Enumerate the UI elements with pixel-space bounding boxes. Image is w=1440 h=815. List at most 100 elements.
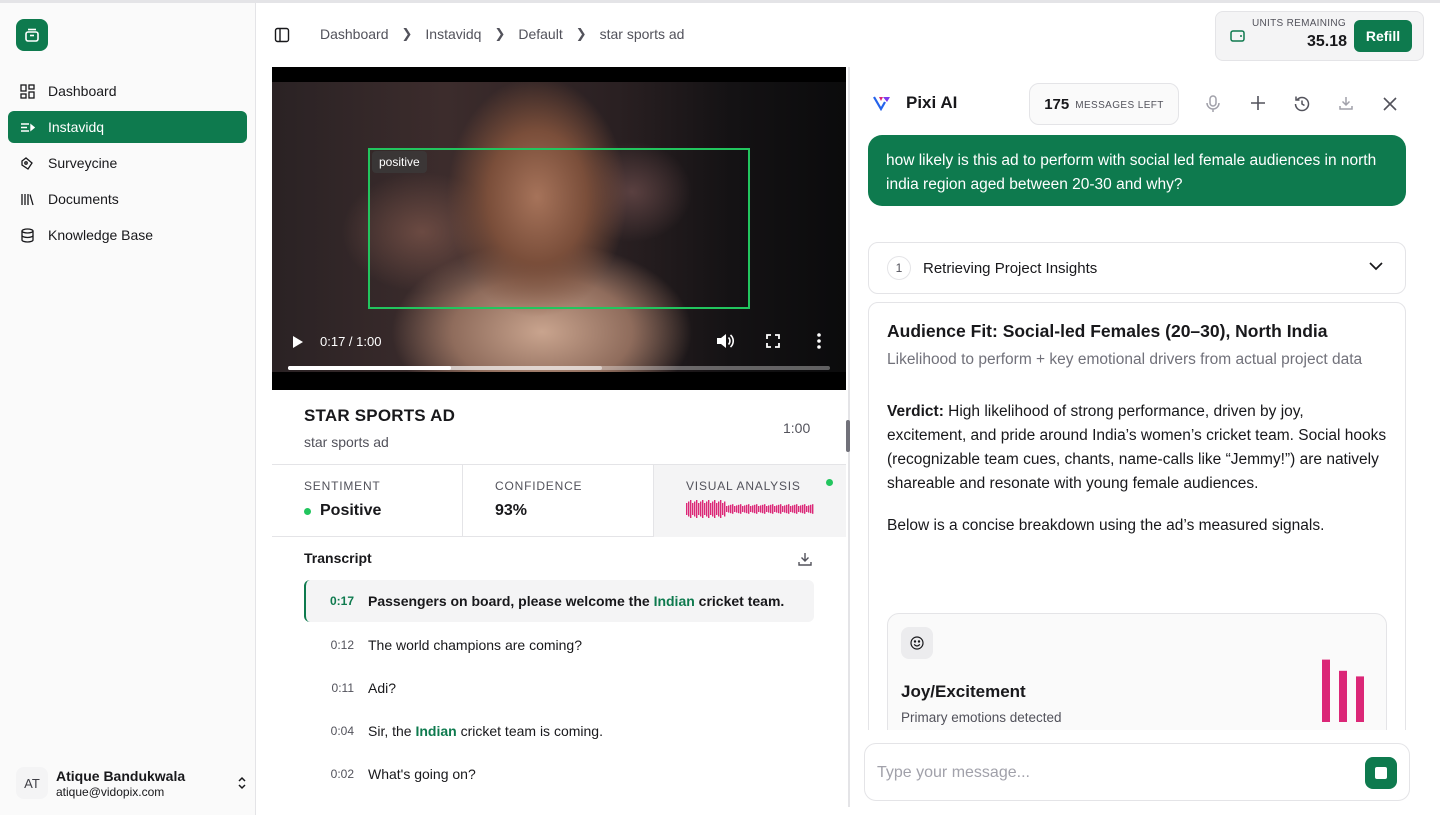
video-duration: 1:00 [783,420,811,436]
waveform-bar [808,505,810,513]
waveform-bar [752,505,754,513]
user-email: atique@vidopix.com [56,784,165,799]
waveform-bar [714,500,716,518]
waveform-bar [686,503,688,515]
waveform-bar [760,505,762,513]
visual-analysis-stat[interactable]: VISUAL ANALYSIS [654,465,846,537]
waveform-bar [742,506,744,512]
waveform-bar [696,500,698,518]
waveform-bar [768,505,770,513]
confidence-value: 93% [495,502,528,519]
messages-left-badge: 175 MESSAGES LEFT [1029,83,1179,125]
transcript-row[interactable]: 0:12 The world champions are coming? [304,623,814,666]
transcript-text: Passengers on board, please welcome the … [368,593,784,609]
emotion-card: Joy/Excitement Primary emotions detected [887,613,1387,730]
more-vertical-icon[interactable] [817,333,821,349]
waveform-bar [806,506,808,512]
library-icon [19,191,35,207]
sidebar-item-documents[interactable]: Documents [8,183,247,215]
video-subtitle: star sports ad [304,434,389,450]
waveform-bar [792,505,794,513]
waveform-bar [744,505,746,513]
stop-button[interactable] [1365,757,1397,789]
history-icon[interactable] [1293,95,1311,113]
transcript-text: What's going on? [368,765,476,782]
sidebar-item-knowledge-base[interactable]: Knowledge Base [8,219,247,251]
emotion-bar [1339,670,1347,722]
breadcrumb-current: star sports ad [599,26,685,42]
chat-messages[interactable]: how likely is this ad to perform with so… [850,130,1440,730]
sentiment-stat: SENTIMENT Positive [272,465,463,537]
waveform-bar [746,504,748,514]
breadcrumb-item[interactable]: Default [518,26,562,42]
waveform-bar [798,506,800,512]
breadcrumb-item[interactable]: Dashboard [320,26,389,42]
fullscreen-icon[interactable] [766,334,780,348]
transcript-timestamp: 0:17 [329,594,354,608]
step-accordion[interactable]: 1 Retrieving Project Insights [868,242,1406,294]
sidebar-toggle-icon[interactable] [274,27,290,43]
waveform-bar [790,506,792,512]
transcript-row[interactable]: 0:04 Sir, the Indian cricket team is com… [304,709,814,752]
emotion-card-subtitle: Primary emotions detected [901,710,1062,725]
waveform-bar [730,504,732,514]
chat-input[interactable] [877,760,1347,786]
video-progress-fill [288,366,451,370]
emotion-bar [1356,676,1364,722]
refill-button[interactable]: Refill [1354,20,1412,52]
transcript-list: 0:17 Passengers on board, please welcome… [304,580,814,795]
waveform-bar [728,505,730,513]
waveform-bar [722,503,724,515]
waveform-bar [692,503,694,515]
chevron-up-down-icon [238,776,246,790]
transcript-timestamp: 0:12 [330,637,354,652]
assistant-name: Pixi AI [906,93,958,112]
play-icon[interactable] [292,335,304,349]
plus-icon[interactable] [1250,95,1266,111]
transcript-row[interactable]: 0:17 Passengers on board, please welcome… [304,580,814,622]
avatar: AT [16,767,48,799]
sentiment-value: Positive [320,502,382,519]
waveform-bar [720,500,722,518]
sidebar-item-dashboard[interactable]: Dashboard [8,75,247,107]
highlight-keyword: Indian [653,593,695,609]
volume-icon[interactable] [716,333,734,349]
sidebar-item-label: Knowledge Base [48,227,154,243]
waveform-bar [704,503,706,515]
sidebar-item-surveycine[interactable]: Surveycine [8,147,247,179]
units-value: 35.18 [1306,33,1347,50]
waveform-bar [740,504,742,514]
waveform-bar [702,500,704,518]
video-player[interactable]: positive 0:17 / 1:00 [272,67,846,390]
waveform-bar [758,506,760,512]
download-icon[interactable] [797,551,813,567]
transcript-timestamp: 0:04 [330,723,354,738]
app-logo[interactable] [16,19,48,51]
waveform-bar [786,504,788,514]
waveform-bar [726,506,728,512]
video-progress-bar[interactable] [288,366,830,370]
microphone-icon[interactable] [1206,95,1220,113]
waveform-bar [794,504,796,514]
transcript-row[interactable]: 0:11 Adi? [304,666,814,709]
stat-label: SENTIMENT [304,479,381,493]
download-icon[interactable] [1338,95,1354,111]
waveform-bar [688,501,690,517]
transcript-text: Sir, the Indian cricket team is coming. [368,723,603,739]
confidence-stat: CONFIDENCE 93% [463,465,654,537]
waveform-bar [738,504,740,514]
messages-left-label: MESSAGES LEFT [1075,99,1164,111]
waveform-bar [756,504,758,514]
breadcrumb-item[interactable]: Instavidq [425,26,481,42]
user-menu[interactable]: AT Atique Bandukwala atique@vidopix.com [16,765,248,801]
waveform-graphic [686,500,814,518]
answer-breakdown: Below is a concise breakdown using the a… [887,517,1325,534]
sidebar-item-instavidq[interactable]: Instavidq [8,111,247,143]
waveform-bar [800,505,802,513]
answer-title: Audience Fit: Social-led Females (20–30)… [887,321,1328,341]
waveform-bar [764,504,766,514]
transcript-row[interactable]: 0:02 What's going on? [304,752,814,795]
highlight-keyword: Indian [415,722,457,739]
close-icon[interactable] [1383,97,1397,111]
waveform-bar [736,505,738,513]
